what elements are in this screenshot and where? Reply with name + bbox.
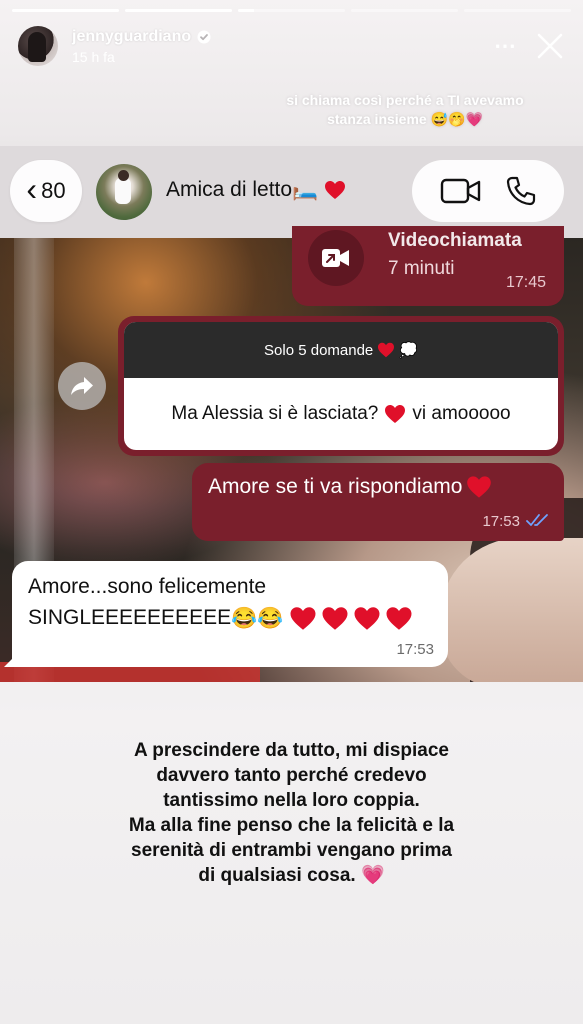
hearts-row bbox=[289, 606, 413, 631]
phone-icon[interactable] bbox=[505, 175, 537, 207]
heart-icon bbox=[290, 607, 316, 630]
incoming-text: Amore...sono felicemente SINGLEEEEEEEEEE… bbox=[28, 571, 413, 634]
progress-segment bbox=[12, 9, 119, 12]
story-progress bbox=[12, 9, 571, 12]
heart-icon bbox=[322, 607, 348, 630]
photo-face bbox=[440, 538, 583, 682]
story-text-line: davvero tanto perché credevo bbox=[156, 765, 427, 786]
more-options-icon[interactable]: ⋯ bbox=[494, 35, 517, 57]
username[interactable]: jennyguardiano bbox=[72, 28, 191, 46]
outgoing-message[interactable]: Amore se ti va rispondiamo 17:53 bbox=[192, 463, 564, 541]
story-header: jennyguardiano 15 h fa ⋯ bbox=[18, 24, 565, 68]
close-icon[interactable] bbox=[535, 31, 565, 61]
user-row: jennyguardiano bbox=[72, 28, 211, 46]
question-sticker-header: Solo 5 domande 💭 bbox=[124, 322, 558, 378]
contact-avatar[interactable] bbox=[96, 164, 152, 220]
heart-icon bbox=[378, 342, 395, 358]
contact-name[interactable]: Amica di letto🛏️ bbox=[166, 178, 346, 202]
progress-segment bbox=[238, 9, 345, 12]
story-text-line: serenità di entrambi vengano prima bbox=[131, 840, 452, 861]
question-suffix: vi amooooo bbox=[412, 403, 511, 424]
story-text: A prescindere da tutto, mi dispiace davv… bbox=[70, 738, 513, 888]
thought-bubble-emoji: 💭 bbox=[399, 342, 418, 359]
story-viewer: jennyguardiano 15 h fa ⋯ si chiama così … bbox=[0, 0, 583, 1024]
outgoing-text-row: Amore se ti va rispondiamo bbox=[208, 475, 492, 499]
chevron-left-icon: ‹ bbox=[26, 171, 38, 207]
video-call-bubble[interactable]: Videochiamata 7 minuti 17:45 bbox=[292, 226, 564, 306]
heart-icon bbox=[385, 405, 406, 423]
heart-icon bbox=[386, 607, 412, 630]
unread-count: 80 bbox=[41, 178, 66, 203]
question-sticker-body: Ma Alessia si è lasciata? vi amooooo bbox=[124, 378, 558, 450]
message-time: 17:53 bbox=[396, 641, 434, 658]
progress-segment bbox=[351, 9, 458, 12]
profile-avatar[interactable] bbox=[18, 26, 58, 66]
question-text: Ma Alessia si è lasciata? bbox=[171, 403, 379, 424]
caption-line: stanza insieme 😅🤭💗 bbox=[327, 111, 483, 127]
story-text-line: A prescindere da tutto, mi dispiace bbox=[134, 740, 449, 761]
incoming-message[interactable]: Amore...sono felicemente SINGLEEEEEEEEEE… bbox=[12, 561, 448, 667]
forward-arrow-icon bbox=[71, 377, 93, 395]
question-sticker-bubble[interactable]: Solo 5 domande 💭 Ma Alessia si è lasciat… bbox=[118, 316, 564, 456]
user-info: jennyguardiano 15 h fa bbox=[72, 28, 211, 65]
progress-fill bbox=[238, 9, 255, 12]
progress-segment bbox=[125, 9, 232, 12]
story-text-line: tantissimo nella loro coppia. bbox=[163, 790, 420, 811]
question-sticker: Solo 5 domande 💭 Ma Alessia si è lasciat… bbox=[124, 322, 558, 450]
heart-icon bbox=[354, 607, 380, 630]
laugh-emoji: 😂😂 bbox=[231, 606, 284, 630]
video-call-circle bbox=[308, 230, 364, 286]
video-call-arrow-icon bbox=[322, 249, 349, 267]
chat-header: ‹ 80 Amica di letto🛏️ bbox=[0, 146, 583, 238]
contact-name-text: Amica di letto🛏️ bbox=[166, 178, 319, 201]
caption-line: si chiama così perché a TI avevamo bbox=[286, 92, 524, 108]
header-actions: ⋯ bbox=[494, 31, 565, 61]
verified-badge-icon bbox=[197, 30, 211, 43]
message-time: 17:45 bbox=[505, 274, 546, 291]
progress-fill bbox=[12, 9, 119, 12]
message-time: 17:53 bbox=[482, 513, 520, 530]
story-text-line: di qualsiasi cosa. 💗 bbox=[198, 865, 385, 886]
video-call-duration: 7 minuti bbox=[388, 258, 455, 279]
incoming-line: SINGLEEEEEEEEEE bbox=[28, 606, 232, 629]
post-time: 15 h fa bbox=[72, 48, 115, 65]
back-button[interactable]: ‹ 80 bbox=[10, 160, 82, 222]
question-header-text: Solo 5 domande bbox=[264, 341, 374, 359]
heart-icon bbox=[325, 181, 346, 199]
story-text-line: Ma alla fine penso che la felicità e la bbox=[128, 815, 455, 836]
progress-segment bbox=[464, 9, 571, 12]
incoming-line-2: SINGLEEEEEEEEEE😂😂 bbox=[28, 602, 413, 634]
heart-icon bbox=[467, 476, 492, 498]
video-call-icon[interactable] bbox=[440, 177, 482, 205]
outgoing-text: Amore se ti va rispondiamo bbox=[208, 475, 463, 498]
call-actions bbox=[412, 160, 564, 222]
story-caption: si chiama così perché a TI avevamo stanz… bbox=[245, 91, 565, 129]
progress-fill bbox=[125, 9, 232, 12]
incoming-line: Amore...sono felicemente bbox=[28, 575, 267, 598]
video-call-title: Videochiamata bbox=[388, 230, 522, 251]
forward-button[interactable] bbox=[58, 362, 106, 410]
read-receipt-icon bbox=[526, 514, 548, 526]
